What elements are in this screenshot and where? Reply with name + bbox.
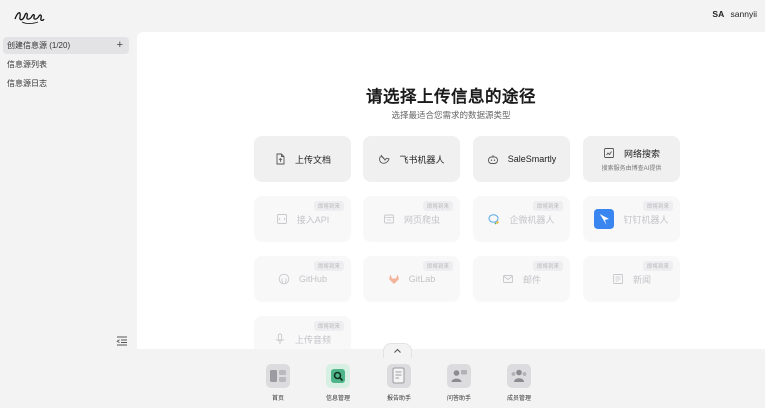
coming-soon-badge: 即将到来	[422, 201, 453, 211]
source-card-feishu-bot[interactable]: 飞书机器人	[363, 136, 460, 182]
source-card-upload-document[interactable]: 上传文档	[254, 136, 351, 182]
source-card-salesmartly[interactable]: SaleSmartly	[473, 136, 570, 182]
sidebar: 创建信息源 (1/20) + 信息源列表 信息源日志	[0, 32, 136, 350]
home-icon	[266, 364, 290, 388]
card-label: SaleSmartly	[507, 154, 557, 164]
source-card-upload-audio: 即将到来 上传音频	[254, 316, 351, 349]
source-card-api: 即将到来 接入API	[254, 196, 351, 242]
dock-item-qa-assistant[interactable]: 问答助手	[439, 364, 479, 402]
source-card-github: 即将到来 GitHub	[254, 256, 351, 302]
dock-label: 问答助手	[446, 396, 471, 402]
card-label: GitHub	[298, 274, 327, 284]
dock-label: 信息管理	[325, 396, 350, 402]
card-label: 邮件	[522, 274, 541, 285]
card-label: 网页爬虫	[403, 214, 440, 225]
coming-soon-badge: 即将到来	[532, 201, 563, 211]
info-search-icon	[326, 364, 350, 388]
card-sublabel: 搜索服务由博查AI提供	[601, 165, 662, 172]
coming-soon-badge: 即将到来	[313, 321, 344, 331]
card-label: 上传音频	[294, 334, 331, 345]
sidebar-item-label: 创建信息源 (1/20)	[7, 41, 71, 50]
dock-item-home[interactable]: 首页	[258, 364, 298, 402]
source-card-gitlab: 即将到来 GitLab	[363, 256, 460, 302]
card-label: 上传文档	[294, 154, 331, 165]
coming-soon-badge: 即将到来	[422, 261, 453, 271]
card-label: 新闻	[632, 274, 651, 285]
dock-label: 首页	[271, 396, 284, 402]
dock-item-report-assistant[interactable]: 报告助手	[379, 364, 419, 402]
source-card-dingtalk-bot: 即将到来 钉钉机器人	[583, 196, 680, 242]
source-card-wecom-bot: 即将到来 企微机器人	[473, 196, 570, 242]
github-icon	[278, 273, 290, 285]
coming-soon-badge: 即将到来	[642, 261, 673, 271]
card-label: 飞书机器人	[399, 154, 445, 165]
members-icon	[507, 364, 531, 388]
dock-toggle-button[interactable]	[383, 343, 412, 358]
api-icon	[276, 214, 287, 224]
bot-icon	[487, 155, 498, 164]
top-bar: SA sannyii	[0, 0, 765, 32]
card-label: 接入API	[296, 214, 330, 225]
dock-item-info-management[interactable]: 信息管理	[318, 364, 358, 402]
avatar: SA	[712, 9, 725, 19]
web-crawler-icon	[384, 214, 394, 224]
user-menu[interactable]: SA sannyii	[712, 9, 757, 19]
qa-icon	[447, 364, 471, 388]
source-card-mail: 即将到来 邮件	[473, 256, 570, 302]
dock-item-member-management[interactable]: 成员管理	[499, 364, 539, 402]
bottom-dock: 首页 信息管理 报告助手 问答助手 成员管理	[0, 350, 765, 408]
sidebar-item-source-log[interactable]: 信息源日志	[3, 75, 129, 92]
mail-icon	[503, 275, 513, 283]
brand-logo[interactable]	[12, 5, 46, 27]
card-label: 企微机器人	[509, 214, 555, 225]
chevron-up-icon	[394, 348, 401, 353]
coming-soon-badge: 即将到来	[642, 201, 673, 211]
collapse-sidebar-icon[interactable]	[116, 336, 128, 346]
coming-soon-badge: 即将到来	[532, 261, 563, 271]
dock-label: 成员管理	[506, 396, 531, 402]
card-label: GitLab	[408, 274, 436, 284]
wecom-icon	[488, 214, 500, 225]
page-subtitle: 选择最适合您需求的数据源类型	[391, 110, 511, 120]
source-card-news: 即将到来 新闻	[583, 256, 680, 302]
coming-soon-badge: 即将到来	[313, 261, 344, 271]
source-card-web-search[interactable]: 网络搜索 搜索服务由博查AI提供	[583, 136, 680, 182]
card-label: 钉钉机器人	[623, 214, 669, 225]
coming-soon-badge: 即将到来	[313, 201, 344, 211]
gitlab-icon	[388, 274, 399, 284]
web-search-icon	[604, 148, 614, 158]
dock-label: 报告助手	[386, 396, 411, 402]
feishu-bot-icon	[379, 154, 390, 164]
sidebar-item-label: 信息源日志	[7, 79, 47, 88]
add-source-button[interactable]: +	[117, 37, 123, 54]
document-icon	[276, 153, 285, 165]
username: sannyii	[730, 9, 757, 19]
sidebar-item-source-list[interactable]: 信息源列表	[3, 56, 129, 73]
news-icon	[613, 274, 623, 284]
card-label: 网络搜索	[623, 148, 660, 159]
sidebar-item-label: 信息源列表	[7, 60, 47, 69]
sidebar-item-create-source[interactable]: 创建信息源 (1/20) +	[3, 37, 129, 54]
microphone-icon	[276, 333, 284, 344]
dingtalk-icon	[594, 209, 615, 229]
page-title: 请选择上传信息的途径	[366, 88, 536, 106]
main-panel: 请选择上传信息的途径 选择最适合您需求的数据源类型 上传文档 飞书机器人 Sal…	[137, 32, 765, 349]
source-card-web-crawler: 即将到来 网页爬虫	[363, 196, 460, 242]
report-icon	[387, 364, 411, 388]
